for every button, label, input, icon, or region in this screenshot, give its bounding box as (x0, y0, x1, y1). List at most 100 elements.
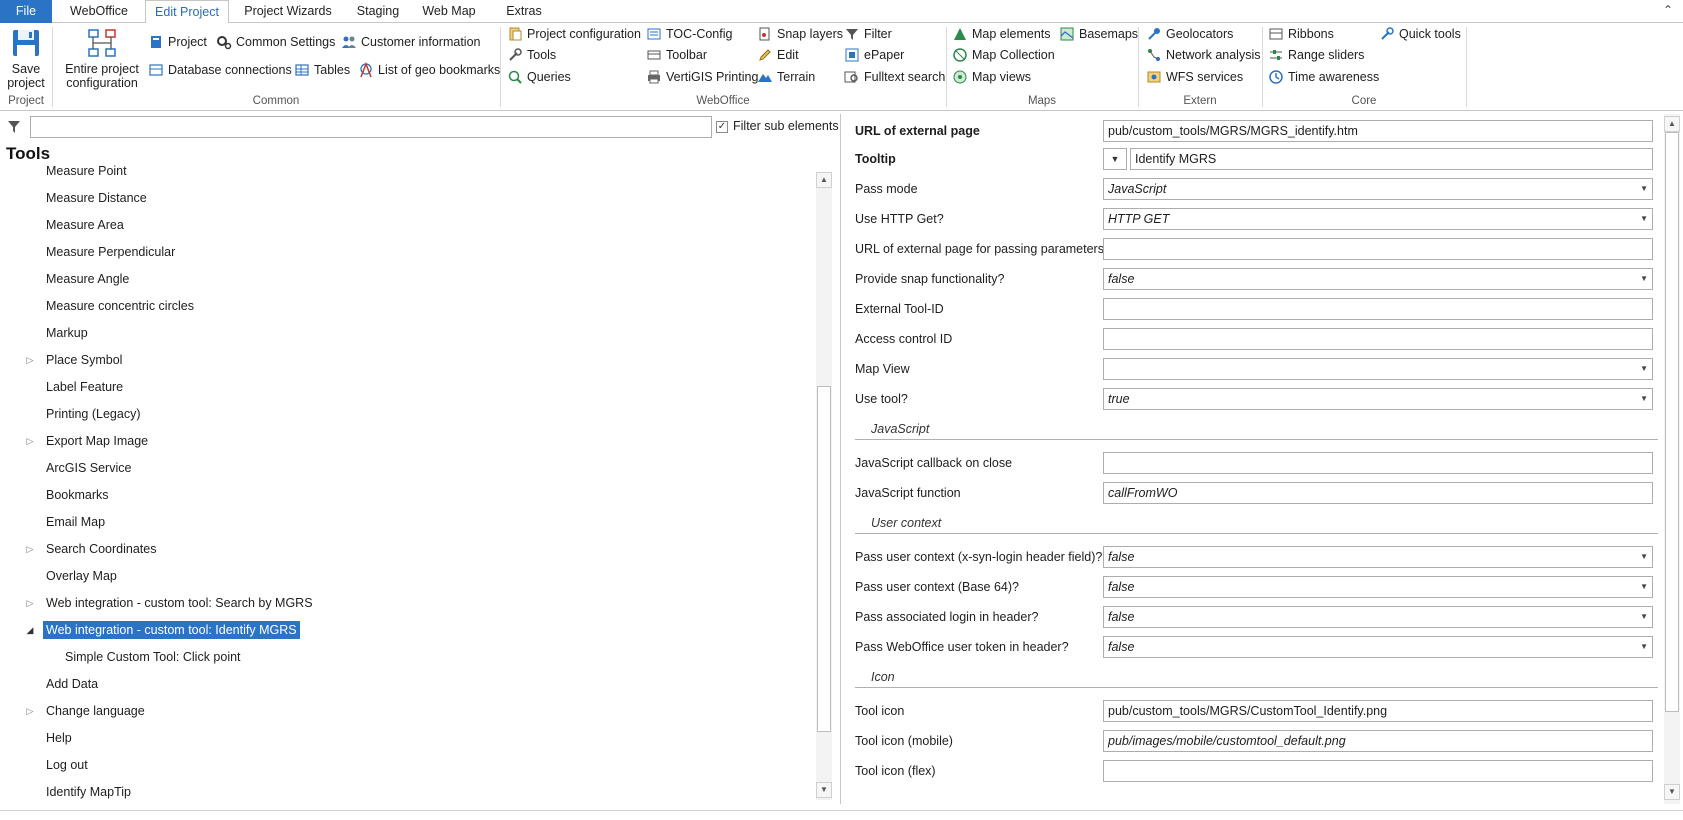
tree-item[interactable]: Measure Perpendicular (46, 243, 175, 261)
filter-sub-elements-checkbox[interactable]: ✓ (716, 121, 728, 133)
expand-arrow-icon[interactable]: ▷ (25, 540, 35, 558)
expand-arrow-icon[interactable]: ▷ (25, 702, 35, 720)
tool-icon-field[interactable]: pub/custom_tools/MGRS/CustomTool_Identif… (1103, 700, 1653, 722)
entire-project-configuration-button[interactable]: Entire project configuration (60, 27, 144, 90)
property-grid-scrollbar[interactable]: ▲ ▼ (1664, 114, 1680, 804)
user-context-header-select[interactable]: false ▼ (1103, 546, 1653, 568)
use-http-get-select[interactable]: HTTP GET ▼ (1103, 208, 1653, 230)
filter-button[interactable]: Filter (844, 24, 892, 44)
tree-item[interactable]: Measure Distance (46, 189, 147, 207)
expand-arrow-icon[interactable]: ▷ (25, 594, 35, 612)
tab-extras[interactable]: Extras (498, 0, 550, 23)
url-passing-params-field[interactable] (1103, 238, 1653, 260)
tree-item[interactable]: Label Feature (46, 378, 123, 396)
geolocators-button[interactable]: Geolocators (1146, 24, 1233, 44)
scrollbar-thumb[interactable] (817, 386, 831, 732)
tooltip-field[interactable]: Identify MGRS (1130, 148, 1653, 170)
queries-button[interactable]: Queries (507, 67, 571, 87)
tab-web-map[interactable]: Web Map (417, 0, 481, 23)
edit-button[interactable]: Edit (757, 45, 799, 65)
range-sliders-button[interactable]: Range sliders (1268, 45, 1364, 65)
map-collection-button[interactable]: Map Collection (952, 45, 1055, 65)
tree-item[interactable]: Measure Point (46, 162, 127, 180)
filter-input[interactable] (30, 116, 712, 138)
user-context-base64-select[interactable]: false ▼ (1103, 576, 1653, 598)
time-awareness-button[interactable]: Time awareness (1268, 67, 1379, 87)
tree-item[interactable]: Email Map (46, 513, 105, 531)
toc-config-button[interactable]: TOC-Config (646, 24, 732, 44)
vertigis-printing-button[interactable]: VertiGIS Printing (646, 67, 758, 87)
tree-item[interactable]: Printing (Legacy) (46, 405, 141, 423)
map-views-button[interactable]: Map views (952, 67, 1031, 87)
tree-scrollbar[interactable]: ▲ ▼ (816, 172, 832, 800)
tree-item[interactable]: Identify MapTip (46, 783, 131, 800)
scroll-down-icon[interactable]: ▼ (1664, 784, 1680, 800)
map-elements-button[interactable]: Map elements (952, 24, 1051, 44)
tree-item[interactable]: Bookmarks (46, 486, 109, 504)
tree-item[interactable]: Place Symbol (46, 351, 122, 369)
project-configuration-button[interactable]: Project configuration (507, 24, 641, 44)
tree-item[interactable]: Add Data (46, 675, 98, 693)
fulltext-search-button[interactable]: Fulltext search (844, 67, 945, 87)
tooltip-language-dropdown[interactable]: ▼ (1103, 148, 1127, 170)
tab-staging[interactable]: Staging (347, 0, 409, 23)
tree-item[interactable]: Simple Custom Tool: Click point (65, 648, 241, 666)
scroll-up-icon[interactable]: ▲ (816, 172, 832, 188)
snap-layers-button[interactable]: Snap layers (757, 24, 843, 44)
map-view-select[interactable]: ▼ (1103, 358, 1653, 380)
tree-item[interactable]: Export Map Image (46, 432, 148, 450)
quick-tools-button[interactable]: Quick tools (1379, 24, 1461, 44)
tree-item-selected[interactable]: Web integration - custom tool: Identify … (43, 621, 300, 639)
tree-item[interactable]: Measure Angle (46, 270, 129, 288)
tool-icon-mobile-field[interactable]: pub/images/mobile/customtool_default.png (1103, 730, 1653, 752)
ribbons-button[interactable]: Ribbons (1268, 24, 1334, 44)
toolbar-button[interactable]: Toolbar (646, 45, 707, 65)
scroll-down-icon[interactable]: ▼ (816, 782, 832, 798)
tab-weboffice[interactable]: WebOffice (58, 0, 140, 23)
tree-item[interactable]: Markup (46, 324, 88, 342)
snap-functionality-select[interactable]: false ▼ (1103, 268, 1653, 290)
tree-item[interactable]: ArcGIS Service (46, 459, 131, 477)
url-external-page-field[interactable]: pub/custom_tools/MGRS/MGRS_identify.htm (1103, 120, 1653, 142)
js-function-field[interactable]: callFromWO (1103, 482, 1653, 504)
wfs-services-button[interactable]: WFS services (1146, 67, 1243, 87)
tree-item[interactable]: Help (46, 729, 72, 747)
tree-item[interactable]: Overlay Map (46, 567, 117, 585)
tree-item[interactable]: Measure Area (46, 216, 124, 234)
tree-item[interactable]: Log out (46, 756, 88, 774)
database-connections-button[interactable]: Database connections (148, 60, 292, 80)
tables-button[interactable]: Tables (294, 60, 350, 80)
scroll-up-icon[interactable]: ▲ (1664, 116, 1680, 132)
tab-file[interactable]: File (0, 0, 52, 23)
scrollbar-thumb[interactable] (1665, 132, 1679, 712)
associated-login-select[interactable]: false ▼ (1103, 606, 1653, 628)
epaper-button[interactable]: ePaper (844, 45, 904, 65)
network-analysis-button[interactable]: Network analysis (1146, 45, 1260, 65)
tree-item[interactable]: Web integration - custom tool: Search by… (46, 594, 313, 612)
save-project-button[interactable]: Save project (4, 27, 48, 90)
project-button[interactable]: Project (148, 32, 207, 52)
list-of-geo-bookmarks-button[interactable]: List of geo bookmarks (358, 60, 500, 80)
tab-project-wizards[interactable]: Project Wizards (236, 0, 340, 23)
tree-item[interactable]: Change language (46, 702, 145, 720)
customer-information-button[interactable]: Customer information (341, 32, 481, 52)
common-settings-button[interactable]: Common Settings (216, 32, 335, 52)
tools-button[interactable]: Tools (507, 45, 556, 65)
tool-icon-flex-field[interactable] (1103, 760, 1653, 782)
tree-item[interactable]: Measure concentric circles (46, 297, 194, 315)
js-callback-field[interactable] (1103, 452, 1653, 474)
expand-arrow-icon[interactable]: ▷ (25, 432, 35, 450)
pass-mode-select[interactable]: JavaScript ▼ (1103, 178, 1653, 200)
access-control-id-field[interactable] (1103, 328, 1653, 350)
external-tool-id-field[interactable] (1103, 298, 1653, 320)
expand-arrow-icon[interactable]: ▷ (25, 351, 35, 369)
terrain-button[interactable]: Terrain (757, 67, 815, 87)
tab-edit-project[interactable]: Edit Project (145, 0, 229, 24)
pane-splitter[interactable] (840, 114, 841, 804)
user-token-select[interactable]: false ▼ (1103, 636, 1653, 658)
basemaps-button[interactable]: Basemaps (1059, 24, 1138, 44)
collapse-ribbon-icon[interactable]: ⌃ (1661, 2, 1675, 18)
tree-item[interactable]: Search Coordinates (46, 540, 156, 558)
collapse-arrow-icon[interactable]: ◢ (25, 621, 35, 639)
use-tool-select[interactable]: true ▼ (1103, 388, 1653, 410)
